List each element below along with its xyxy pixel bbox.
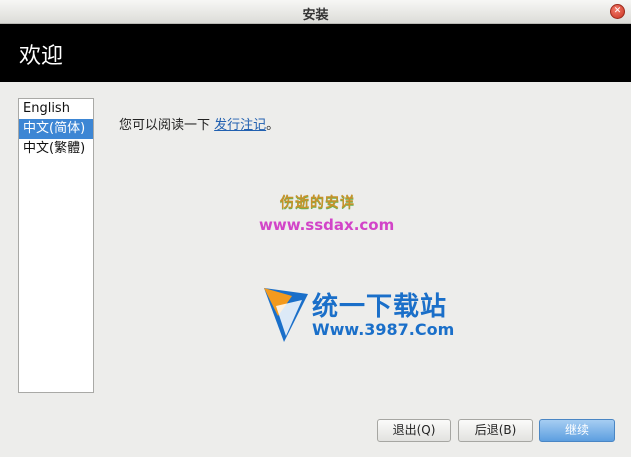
language-item-chinese-traditional[interactable]: 中文(繁體) [19,139,93,159]
language-list[interactable]: English 中文(简体) 中文(繁體) [18,98,94,393]
logo-mark-icon [264,288,308,342]
page-header: 欢迎 [0,24,631,82]
close-button[interactable]: ✕ [610,4,625,19]
back-button[interactable]: 后退(B) [458,419,533,442]
release-notes-text: 您可以阅读一下 发行注记。 [119,114,279,133]
site-logo: 统一下载站 Www.3987.Com [262,286,455,356]
release-notes-link[interactable]: 发行注记 [214,118,266,133]
continue-button[interactable]: 继续 [539,419,615,442]
quit-button[interactable]: 退出(Q) [377,419,451,442]
watermark-text: 伤逝的安详 [280,195,355,211]
close-icon: ✕ [613,6,622,16]
language-item-english[interactable]: English [19,99,93,119]
logo-name: 统一下载站 [312,292,448,322]
logo-url: Www.3987.Com [312,320,455,339]
release-notes-suffix: 。 [266,118,280,133]
window-title: 安装 [302,8,329,23]
language-item-chinese-simplified[interactable]: 中文(简体) [19,119,93,139]
release-notes-prefix: 您可以阅读一下 [119,118,215,133]
watermark-url: www.ssdax.com [259,216,395,234]
page-title: 欢迎 [19,44,64,69]
title-bar: 安装 ✕ [0,0,631,24]
